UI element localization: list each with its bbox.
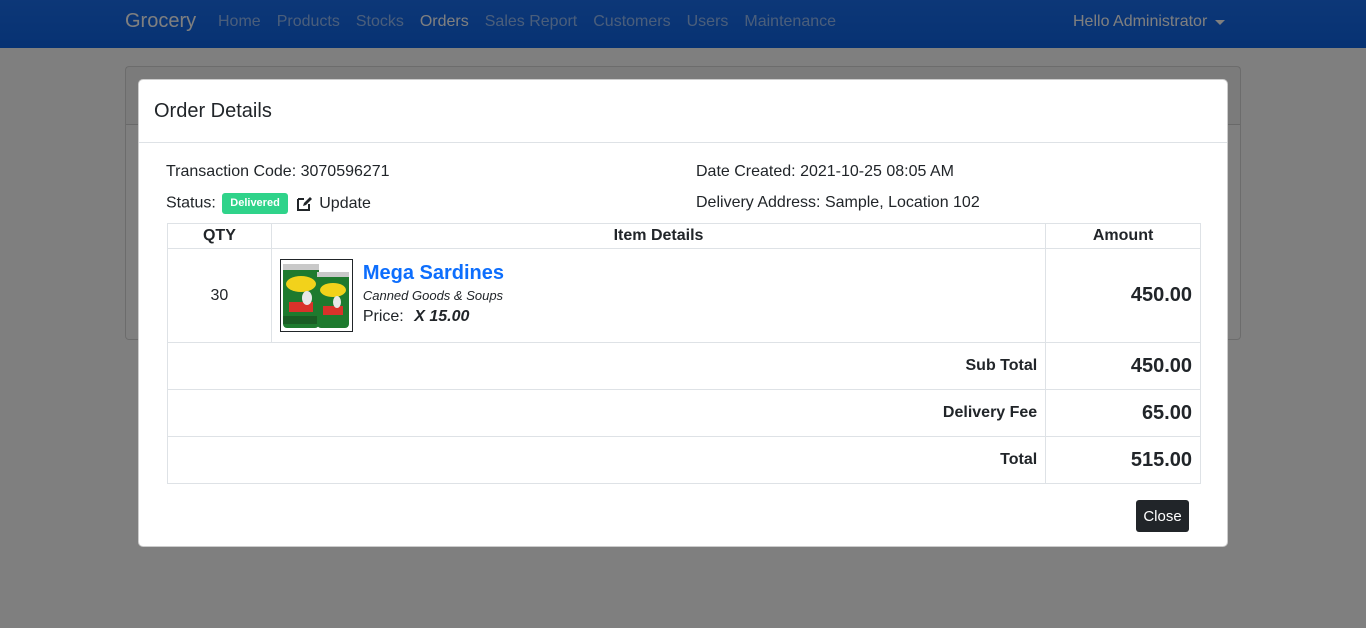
delivery-address: Sample, Location 102 xyxy=(824,194,980,211)
address-info: Delivery Address: Sample, Location 102 xyxy=(696,193,980,213)
total-label: Total xyxy=(166,436,1047,484)
product-image xyxy=(279,259,353,332)
transaction-label: Transaction Code: xyxy=(166,163,297,180)
total-row: Total 515.00 xyxy=(166,436,1201,484)
item-text: Mega Sardines Canned Goods & Soups Price… xyxy=(363,259,504,326)
item-price-label: Price: xyxy=(362,308,404,325)
date-label: Date Created: xyxy=(696,163,796,180)
date-info: Date Created: 2021-10-25 08:05 AM xyxy=(696,162,954,182)
subtotal-row: Sub Total 450.00 xyxy=(166,342,1201,390)
status-badge: Delivered xyxy=(222,193,288,214)
delivery-fee-label: Delivery Fee xyxy=(166,389,1047,437)
modal-title: Order Details xyxy=(154,100,272,122)
item-amount: 450.00 xyxy=(1045,248,1201,343)
transaction-code: 3070596271 xyxy=(300,163,390,180)
item-price: Price: X 15.00 xyxy=(363,308,504,326)
item-qty: 30 xyxy=(167,248,272,343)
date-created: 2021-10-25 08:05 AM xyxy=(800,163,954,180)
table-header-row: QTY Item Details Amount xyxy=(167,223,1201,249)
delivery-fee-value: 65.00 xyxy=(1045,389,1201,437)
item-details-cell: Mega Sardines Canned Goods & Soups Price… xyxy=(270,248,1047,343)
total-value: 515.00 xyxy=(1045,436,1201,484)
update-label: Update xyxy=(319,194,371,212)
close-button[interactable]: Close xyxy=(1136,500,1189,532)
subtotal-label: Sub Total xyxy=(166,342,1047,390)
order-details-modal: Order Details Transaction Code: 30705962… xyxy=(138,79,1228,547)
address-label: Delivery Address: xyxy=(696,194,821,211)
item-category: Canned Goods & Soups xyxy=(362,288,504,303)
item-name-link[interactable]: Mega Sardines xyxy=(363,261,504,285)
edit-icon xyxy=(297,196,313,211)
header-qty: QTY xyxy=(167,223,272,249)
transaction-info: Transaction Code: 3070596271 xyxy=(166,162,390,182)
update-status-button[interactable]: Update xyxy=(296,194,371,214)
header-item-details: Item Details xyxy=(270,223,1047,249)
item-price-value: X 15.00 xyxy=(414,308,470,325)
status-label: Status: xyxy=(166,194,216,212)
delivery-fee-row: Delivery Fee 65.00 xyxy=(166,389,1201,437)
modal-header: Order Details xyxy=(139,80,1227,143)
status-info: Status: Delivered Update xyxy=(166,193,371,214)
subtotal-value: 450.00 xyxy=(1045,342,1201,390)
header-amount: Amount xyxy=(1045,223,1201,249)
order-items-table: QTY Item Details Amount 30 Mega Sardines… xyxy=(166,223,1201,484)
table-row: 30 Mega Sardines Canned Goods & Soups Pr… xyxy=(167,248,1201,343)
